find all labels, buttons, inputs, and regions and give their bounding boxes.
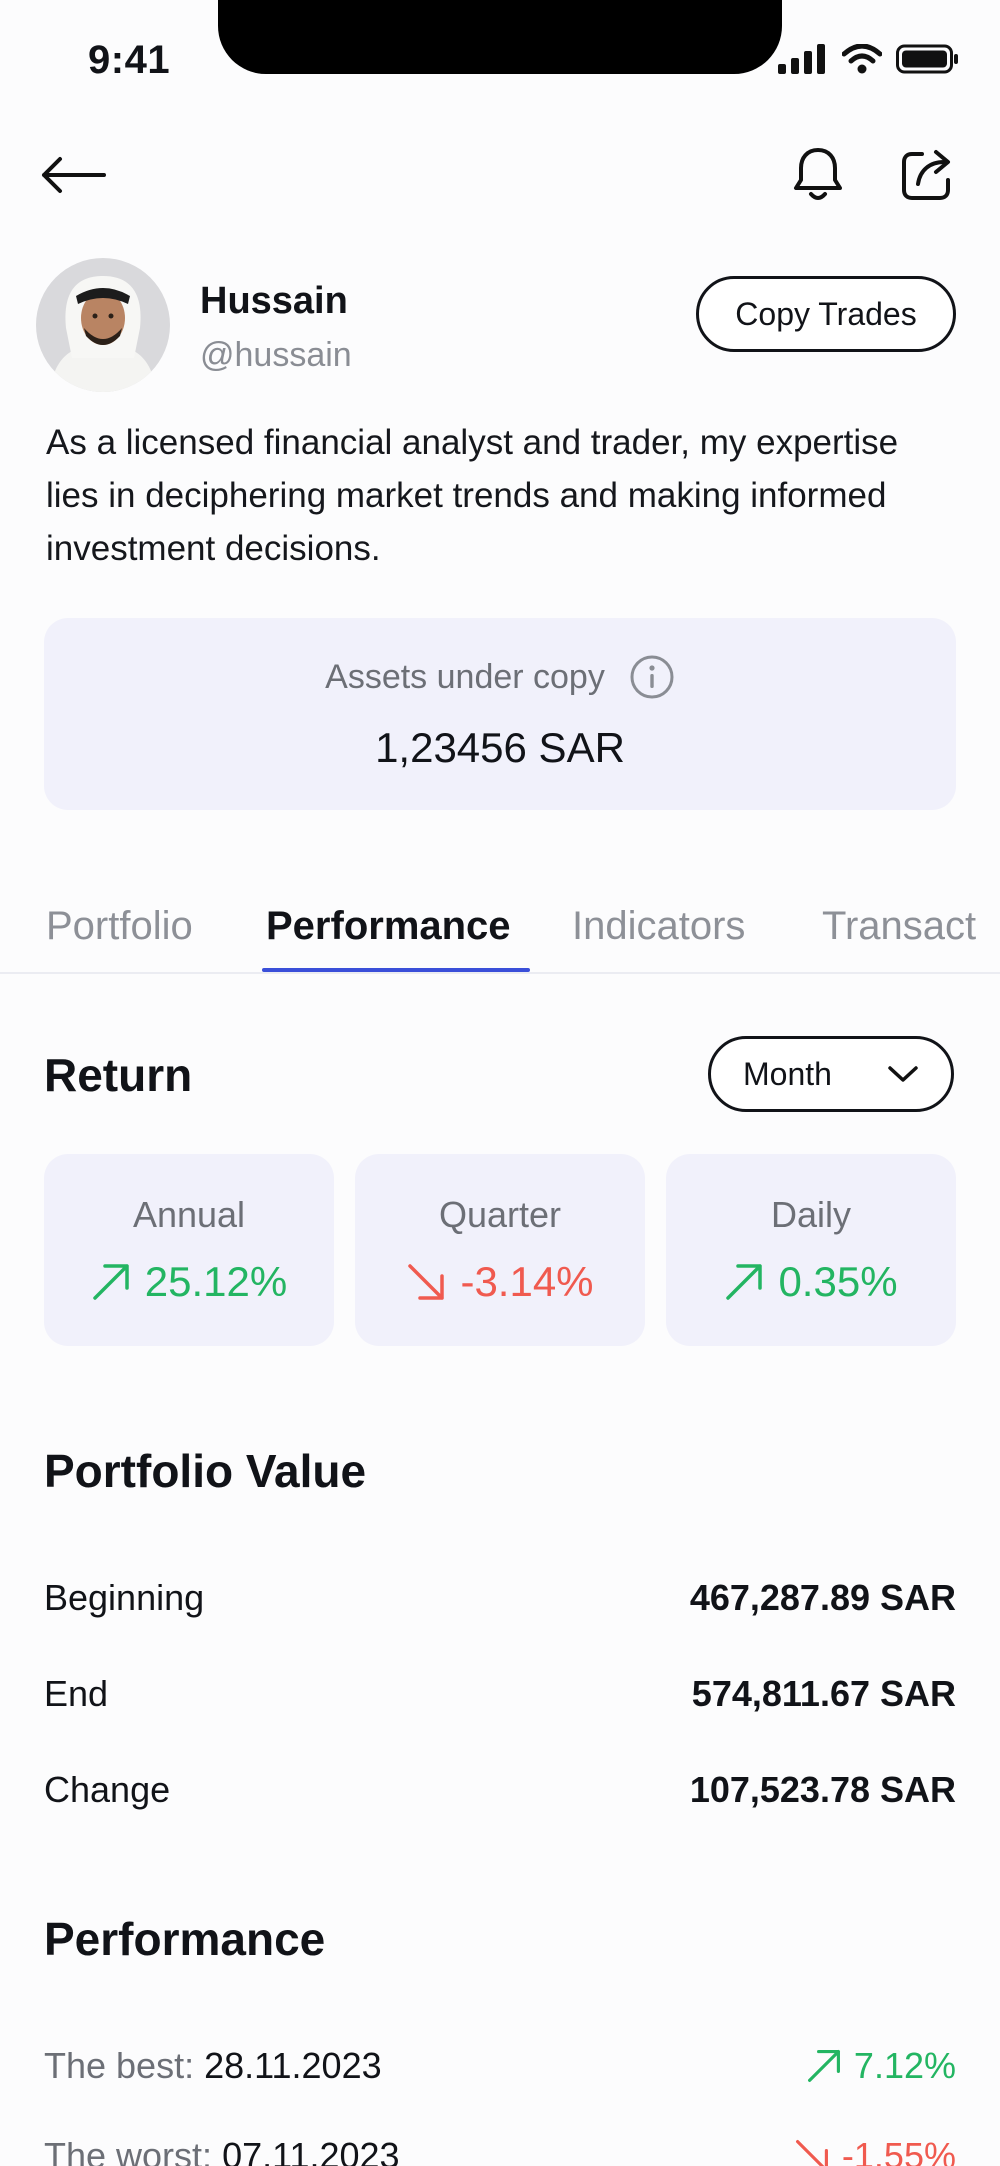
performance-value: 7.12%: [806, 2045, 956, 2087]
return-card-value: -3.14%: [355, 1258, 645, 1306]
performance-date: 07.11.2023: [222, 2135, 400, 2166]
arrow-up-right-icon: [807, 2050, 840, 2082]
performance-row: The worst: 07.11.2023 -1.55%: [44, 2126, 956, 2166]
user-handle: @hussain: [200, 336, 352, 374]
performance-value: -1.55%: [794, 2135, 956, 2166]
notifications-button[interactable]: [788, 144, 848, 204]
return-card-percent: 25.12%: [144, 1258, 288, 1305]
copy-trades-button[interactable]: Copy Trades: [696, 276, 956, 352]
avatar: [36, 258, 170, 392]
return-card-label: Annual: [132, 1194, 246, 1235]
performance-percent: 7.12%: [853, 2045, 956, 2086]
arrow-down-right-icon: [408, 1264, 445, 1300]
chevron-down-icon: [888, 1066, 918, 1082]
assets-value: 1,23456 SAR: [375, 724, 625, 771]
performance-percent: -1.55%: [841, 2135, 956, 2166]
tab-transactions[interactable]: Transact: [822, 904, 976, 949]
portfolio-value-row: Change 107,523.78 SAR: [44, 1760, 956, 1820]
portfolio-value-row: Beginning 467,287.89 SAR: [44, 1568, 956, 1628]
period-select-value: Month: [743, 1055, 832, 1092]
tab-performance[interactable]: Performance: [266, 904, 511, 949]
return-card-value: 25.12%: [44, 1258, 334, 1306]
assets-under-copy-card: Assets under copy 1,23456 SAR: [44, 618, 956, 810]
status-time: 9:41: [88, 38, 171, 82]
portfolio-value-label: Change: [44, 1769, 171, 1810]
signal-icon: [778, 44, 825, 74]
arrow-up-right-icon: [726, 1264, 763, 1300]
portfolio-value-title: Portfolio Value: [44, 1445, 367, 1497]
period-select[interactable]: Month: [708, 1036, 954, 1112]
arrow-down-right-icon: [795, 2140, 828, 2166]
info-icon[interactable]: [629, 654, 675, 700]
performance-row-left: The best: 28.11.2023: [44, 2045, 382, 2087]
assets-label: Assets under copy: [325, 657, 605, 696]
portfolio-value-label: Beginning: [44, 1577, 205, 1618]
return-card-percent: -3.14%: [460, 1258, 594, 1305]
back-button[interactable]: [40, 148, 110, 202]
return-card-label: Quarter: [438, 1194, 562, 1235]
share-icon: [902, 150, 950, 200]
performance-row: The best: 28.11.2023 7.12%: [44, 2036, 956, 2096]
performance-date: 28.11.2023: [204, 2045, 382, 2086]
performance-row-left: The worst: 07.11.2023: [44, 2135, 400, 2166]
return-card-daily: Daily 0.35%: [666, 1154, 956, 1346]
tab-portfolio[interactable]: Portfolio: [46, 904, 193, 949]
device-notch: [218, 0, 782, 74]
performance-title: Performance: [44, 1913, 326, 1965]
active-tab-indicator: [262, 968, 530, 972]
battery-icon: [896, 44, 958, 74]
portfolio-value-label: End: [44, 1673, 109, 1714]
top-nav: [0, 140, 1000, 210]
return-card-percent: 0.35%: [778, 1258, 898, 1305]
back-arrow-icon: [42, 157, 106, 193]
wifi-icon: [842, 44, 882, 74]
profile-bio: As a licensed financial analyst and trad…: [46, 423, 899, 568]
profile-tabs: Portfolio Performance Indicators Transac…: [0, 896, 1000, 974]
user-name: Hussain: [200, 280, 348, 322]
portfolio-value-amount: 107,523.78 SAR: [689, 1769, 956, 1810]
portfolio-value-amount: 574,811.67 SAR: [691, 1673, 956, 1714]
return-card-label: Daily: [770, 1194, 851, 1235]
tab-indicators[interactable]: Indicators: [572, 904, 745, 949]
return-title: Return: [44, 1049, 193, 1101]
arrow-up-right-icon: [93, 1264, 129, 1300]
portfolio-value-amount: 467,287.89 SAR: [689, 1577, 956, 1618]
performance-key: The best:: [44, 2045, 195, 2086]
return-card-value: 0.35%: [666, 1258, 956, 1306]
status-icons: [778, 44, 960, 74]
performance-key: The worst:: [44, 2135, 213, 2166]
status-bar: 9:41: [0, 0, 1000, 120]
share-button[interactable]: [896, 144, 956, 204]
return-card-quarter: Quarter -3.14%: [355, 1154, 645, 1346]
portfolio-value-row: End 574,811.67 SAR: [44, 1664, 956, 1724]
assets-label-row: Assets under copy: [44, 654, 956, 700]
return-card-annual: Annual 25.12%: [44, 1154, 334, 1346]
bell-icon: [794, 148, 842, 200]
